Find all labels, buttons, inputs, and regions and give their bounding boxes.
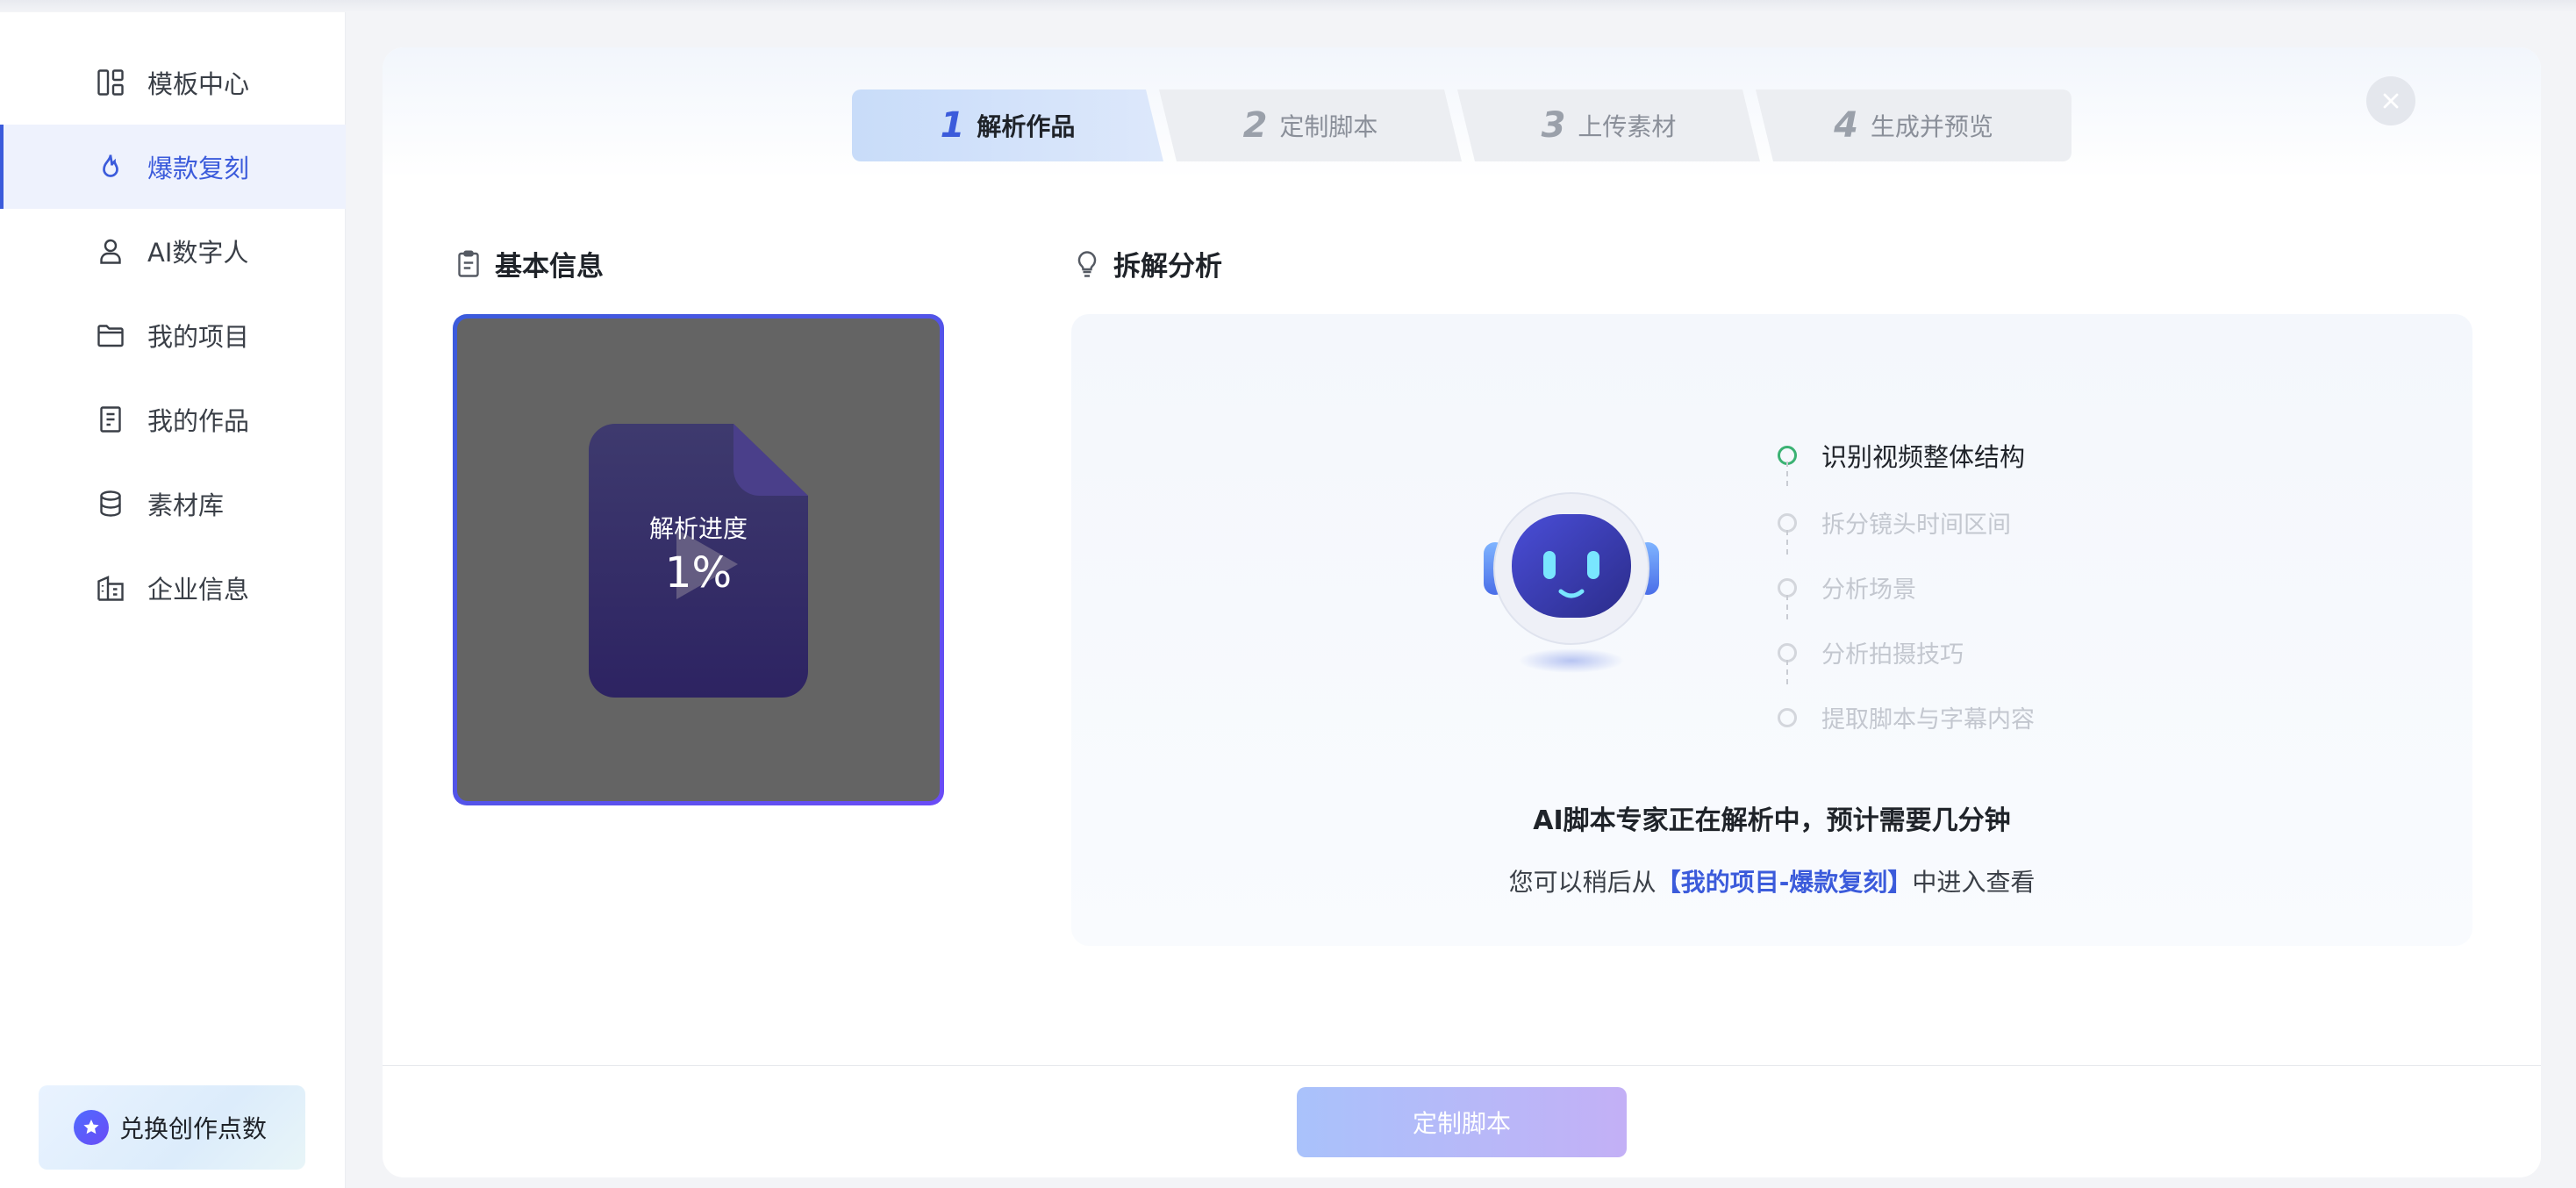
step-custom-script: 2 定制脚本: [1159, 89, 1462, 161]
progress-value: 1%: [664, 548, 733, 598]
lightbulb-icon: [1077, 250, 1097, 277]
progress-label: 解析进度: [648, 514, 748, 543]
analysis-panel: 识别视频整体结构 拆分镜头时间区间 分析场景 分析拍摄技巧 提取脚本与字幕内容: [1071, 314, 2472, 946]
sidebar-item-label: 企业信息: [147, 575, 250, 605]
sidebar-item-label: 素材库: [147, 490, 225, 520]
sidebar-item-my-works[interactable]: 我的作品: [0, 377, 346, 462]
clipboard-icon: [458, 250, 479, 277]
analysis-status-hint: 您可以稍后从【我的项目-爆款复刻】中进入查看: [1071, 863, 2472, 898]
timeline-item: 分析场景: [1778, 570, 1916, 605]
step-number: 2: [1242, 105, 1268, 146]
star-icon: [74, 1110, 109, 1145]
step-label: 定制脚本: [1279, 112, 1378, 141]
section-title-text: 基本信息: [495, 251, 604, 283]
building-icon: [95, 572, 126, 604]
top-strip: [0, 0, 2576, 12]
sidebar-item-my-projects[interactable]: 我的项目: [0, 293, 346, 377]
redeem-credits-button[interactable]: 兑换创作点数: [39, 1085, 305, 1170]
close-button[interactable]: [2366, 76, 2415, 125]
sidebar-item-ai-avatar[interactable]: AI数字人: [0, 209, 346, 293]
timeline-label: 分析拍摄技巧: [1821, 641, 1964, 669]
step-upload-assets: 3 上传素材: [1457, 89, 1760, 161]
person-icon: [95, 235, 126, 267]
step-label: 解析作品: [977, 112, 1076, 141]
sidebar-item-label: 爆款复刻: [147, 154, 250, 183]
redeem-label: 兑换创作点数: [119, 1114, 268, 1143]
main-card: 1 解析作品 2 定制脚本 3 上传素材 4 生成并预览 基本信息 解析进度 1…: [383, 47, 2541, 1177]
folder-icon: [95, 319, 126, 351]
step-number: 1: [940, 105, 965, 146]
timeline-item: 提取脚本与字幕内容: [1778, 700, 2035, 734]
step-indicator: 1 解析作品 2 定制脚本 3 上传素材 4 生成并预览: [852, 89, 2072, 161]
my-projects-link[interactable]: 【我的项目-爆款复刻】: [1657, 868, 1913, 897]
step-number: 3: [1541, 105, 1566, 146]
step-parse-work: 1 解析作品: [852, 89, 1163, 161]
robot-mascot-icon: [1484, 492, 1659, 673]
timeline-dot: [1778, 707, 1797, 727]
step-label: 上传素材: [1578, 112, 1677, 141]
timeline-connector: [1786, 530, 1788, 555]
sidebar-item-template-center[interactable]: 模板中心: [0, 40, 346, 125]
timeline-item: 识别视频整体结构: [1778, 437, 2025, 474]
hint-suffix: 中进入查看: [1912, 868, 2036, 897]
sidebar-item-label: 我的项目: [147, 322, 250, 352]
sidebar-item-label: AI数字人: [147, 238, 249, 268]
timeline-item: 分析拍摄技巧: [1778, 635, 1964, 669]
step-generate-preview: 4 生成并预览: [1756, 89, 2072, 161]
footer-divider: [383, 1065, 2541, 1066]
timeline-label: 识别视频整体结构: [1821, 442, 2026, 472]
sidebar-item-company-info[interactable]: 企业信息: [0, 546, 346, 630]
video-preview-inner: 解析进度 1%: [457, 318, 940, 801]
flame-icon: [95, 151, 126, 182]
sidebar-item-asset-library[interactable]: 素材库: [0, 462, 346, 546]
hint-prefix: 您可以稍后从: [1508, 868, 1657, 897]
template-icon: [95, 67, 126, 98]
analysis-title: 拆解分析: [1071, 244, 1222, 283]
video-preview: 解析进度 1%: [453, 314, 944, 805]
document-icon: [95, 404, 126, 435]
sidebar-item-label: 模板中心: [147, 69, 250, 99]
timeline-label: 分析场景: [1821, 576, 1916, 604]
close-icon: [2383, 93, 2399, 109]
sidebar-item-label: 我的作品: [147, 406, 250, 436]
timeline-label: 提取脚本与字幕内容: [1821, 706, 2035, 734]
timeline-connector: [1786, 595, 1788, 619]
section-title-text: 拆解分析: [1113, 251, 1222, 283]
timeline-label: 拆分镜头时间区间: [1821, 512, 2011, 539]
step-number: 4: [1834, 105, 1858, 146]
custom-script-button[interactable]: 定制脚本: [1297, 1087, 1627, 1157]
analysis-status-message: AI脚本专家正在解析中，预计需要几分钟: [1533, 805, 2011, 836]
sidebar: 模板中心 爆款复刻 AI数字人 我的项目 我的作品 素材库 企业信息 兑换创作点…: [0, 12, 346, 1188]
sidebar-item-hit-replicate[interactable]: 爆款复刻: [0, 125, 346, 209]
timeline-connector: [1786, 660, 1788, 684]
basic-info-title: 基本信息: [453, 244, 604, 283]
timeline-item: 拆分镜头时间区间: [1778, 505, 2011, 540]
timeline-connector: [1786, 462, 1788, 486]
database-icon: [95, 488, 126, 519]
app-root: 模板中心 爆款复刻 AI数字人 我的项目 我的作品 素材库 企业信息 兑换创作点…: [0, 0, 2576, 1188]
step-label: 生成并预览: [1870, 112, 1993, 141]
